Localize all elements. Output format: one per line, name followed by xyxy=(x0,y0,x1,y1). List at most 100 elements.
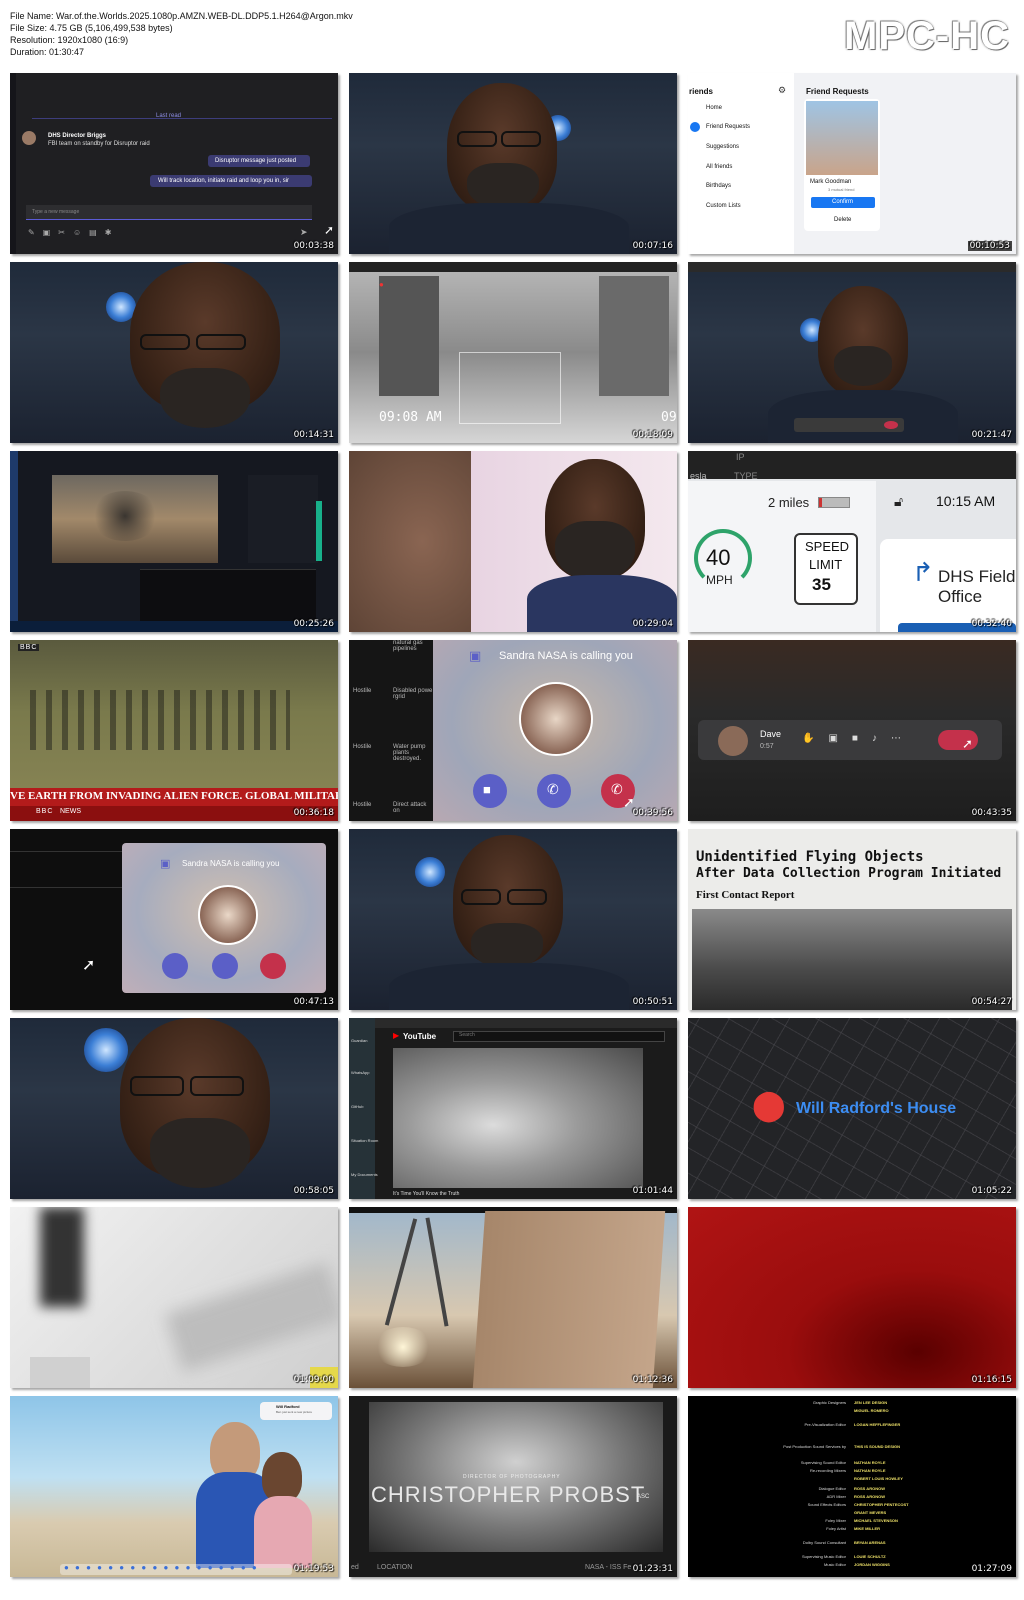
youtube-logo-icon: ▶ xyxy=(393,1031,400,1040)
table-cell-3: Water pump plants destroyed. xyxy=(393,744,426,762)
credit-role: ADR Mixer xyxy=(826,1494,846,1499)
thumbnail-2[interactable]: 00:07:16 xyxy=(349,73,677,254)
timeline[interactable] xyxy=(140,569,316,626)
timestamp: 00:29:04 xyxy=(632,619,673,629)
confirm-label: Confirm xyxy=(832,199,854,205)
credit-person: THIS IS SOUND DESIGN xyxy=(854,1444,901,1449)
resolution: Resolution: 1920x1080 (16:9) xyxy=(10,35,129,45)
credit-person: JEN LEE DESIGN xyxy=(854,1400,888,1405)
thumbnail-7[interactable]: 00:25:26 xyxy=(10,451,338,632)
requester-name: Mark Goodman xyxy=(810,179,852,185)
thumbnail-3[interactable]: riends ⚙ Home Friend Requests Suggestion… xyxy=(688,73,1016,254)
menu-birthdays[interactable]: Birthdays xyxy=(706,183,731,189)
video-title: It's Time You'll Know the Truth xyxy=(393,1191,460,1197)
send-icon[interactable]: ➤ xyxy=(300,227,308,238)
menu-home[interactable]: Home xyxy=(706,105,722,111)
sent-message-2: Will track location, initiate raid and l… xyxy=(158,178,290,184)
duration: Duration: 01:30:47 xyxy=(10,47,85,57)
notification-title: Will Radford xyxy=(276,1404,300,1409)
audio-accept-button[interactable] xyxy=(212,953,238,979)
video-player[interactable] xyxy=(393,1048,643,1188)
credit-name: CHRISTOPHER PROBST xyxy=(371,1482,646,1507)
thumbnail-6[interactable]: 00:21:47 xyxy=(688,262,1016,443)
thumbnail-5[interactable]: ● 09:08 AM 09 00:18:09 xyxy=(349,262,677,443)
credit-person: MIGUEL ROMERO xyxy=(854,1408,889,1413)
profile-photo xyxy=(806,101,878,175)
sidebar-label-github[interactable]: GitHub xyxy=(351,1104,363,1109)
credit-role: Dolby Sound Consultant xyxy=(802,1540,846,1545)
sidebar-label-my-documents[interactable]: My Documents xyxy=(351,1172,378,1177)
video-accept-button[interactable] xyxy=(162,953,188,979)
search-input[interactable] xyxy=(453,1031,665,1042)
thumbnail-21[interactable]: 01:16:15 xyxy=(688,1207,1016,1388)
search-placeholder: Search xyxy=(459,1032,475,1038)
dhs-seal-icon xyxy=(84,1028,128,1072)
avatar xyxy=(22,131,36,145)
credit-role: Re-recording Mixers xyxy=(809,1468,846,1473)
timestamp: 01:09:00 xyxy=(293,1375,334,1385)
credit-role: Post Production Sound Services by xyxy=(783,1444,846,1449)
credit-role: Foley Artist xyxy=(826,1526,846,1531)
timestamp: 00:18:09 xyxy=(632,430,673,440)
menu-suggestions[interactable]: Suggestions xyxy=(706,144,739,150)
thumbnail-4[interactable]: 00:14:31 xyxy=(10,262,338,443)
end-call-button[interactable] xyxy=(884,421,898,429)
call-duration: 0:57 xyxy=(760,743,774,750)
thumbnail-23[interactable]: DIRECTOR OF PHOTOGRAPHY CHRISTOPHER PROB… xyxy=(349,1396,677,1577)
decline-button[interactable] xyxy=(260,953,286,979)
timestamp: 00:39:56 xyxy=(632,808,673,818)
thumbnail-19[interactable]: 01:09:00 xyxy=(10,1207,338,1388)
table-status-2: Hostile xyxy=(353,744,372,750)
bbc-logo: BBC xyxy=(18,644,40,651)
thumbnail-17[interactable]: Guardian WhatsApp GitHub Situation Room … xyxy=(349,1018,677,1199)
dock-app-icons[interactable]: ● ● ● ● ● ● ● ● ● ● ● ● ● ● ● ● ● ● xyxy=(64,1563,259,1572)
speed-unit: MPH xyxy=(706,573,733,587)
sidebar-label-situation-room[interactable]: Situation Room xyxy=(351,1138,378,1143)
speed-limit-value: 35 xyxy=(812,575,831,594)
sent-message-1: Disruptor message just posted xyxy=(215,158,297,164)
thumbnail-12[interactable]: Dave 0:57 ✋▣■♪⋯ ➚ 00:43:35 xyxy=(688,640,1016,821)
menu-custom-lists[interactable]: Custom Lists xyxy=(706,203,741,209)
thumbnail-18[interactable]: ⬤ Will Radford's House 01:05:22 xyxy=(688,1018,1016,1199)
thumbnail-22[interactable]: Will Radford Ben just sent a new picture… xyxy=(10,1396,338,1577)
timestamp: 01:16:15 xyxy=(971,1375,1012,1385)
compose-toolbar-icons[interactable]: ✎▣✂☺▤✱ xyxy=(28,228,119,237)
lock-icon: 🔓︎ xyxy=(894,493,904,509)
menu-all-friends[interactable]: All friends xyxy=(706,164,732,170)
menu-friend-requests[interactable]: Friend Requests xyxy=(706,124,750,130)
call-control-icons[interactable]: ✋▣■♪⋯ xyxy=(802,733,915,744)
file-size: File Size: 4.75 GB (5,106,499,538 bytes) xyxy=(10,23,173,33)
sidebar-label-whatsapp[interactable]: WhatsApp xyxy=(351,1070,369,1075)
thumbnail-16[interactable]: 00:58:05 xyxy=(10,1018,338,1199)
timestamp: 00:43:35 xyxy=(971,808,1012,818)
delete-button[interactable]: Delete xyxy=(834,217,851,223)
timestamp: 00:36:18 xyxy=(293,808,334,818)
thumbnail-9[interactable]: esla IP TYPE 2 miles 🔓︎ 10:15 AM 40 MPH … xyxy=(688,451,1016,632)
speed-limit-label-2: LIMIT xyxy=(809,557,843,572)
sidebar-label-guardian[interactable]: Guardian xyxy=(351,1038,367,1043)
sender-name: DHS Director Briggs xyxy=(48,133,107,139)
credit-role: Pre-Visualization Editor xyxy=(804,1422,846,1427)
timestamp: 01:01:44 xyxy=(632,1186,673,1196)
camera-time-edge: 09 xyxy=(661,410,677,425)
gear-icon[interactable]: ⚙ xyxy=(778,85,786,96)
thumbnail-11[interactable]: natural gas pipelines Hostile Disabled p… xyxy=(349,640,677,821)
credit-person: ROSS ARONOW xyxy=(854,1494,885,1499)
timestamp: 01:27:09 xyxy=(971,1564,1012,1574)
thumbnail-8[interactable]: 00:29:04 xyxy=(349,451,677,632)
thumbnail-14[interactable]: 00:50:51 xyxy=(349,829,677,1010)
credit-role: Foley Mixer xyxy=(825,1518,846,1523)
bottom-label-left: ed xyxy=(351,1564,359,1571)
timestamp: 01:12:36 xyxy=(632,1375,673,1385)
thumbnail-24[interactable]: Graphic Designers JEN LEE DESIGN MIGUEL RO… xyxy=(688,1396,1016,1577)
thumbnail-1[interactable]: Last read DHS Director Briggs FBI team o… xyxy=(10,73,338,254)
thumbnail-15[interactable]: Unidentified Flying Objects After Data C… xyxy=(688,829,1016,1010)
thumbnail-grid: Last read DHS Director Briggs FBI team o… xyxy=(10,73,1016,1577)
headline-line-2: After Data Collection Program Initiated xyxy=(696,866,1002,881)
destination-line-2: Office xyxy=(938,587,983,606)
youtube-logo: YouTube xyxy=(403,1032,437,1041)
thumbnail-10[interactable]: BBC VE EARTH FROM INVADING ALIEN FORCE. … xyxy=(10,640,338,821)
thumbnail-13[interactable]: ▣ Sandra NASA is calling you ➚ 00:47:13 xyxy=(10,829,338,1010)
thumbnail-20[interactable]: 01:12:36 xyxy=(349,1207,677,1388)
credit-person: ROSS ARONOW xyxy=(854,1486,885,1491)
